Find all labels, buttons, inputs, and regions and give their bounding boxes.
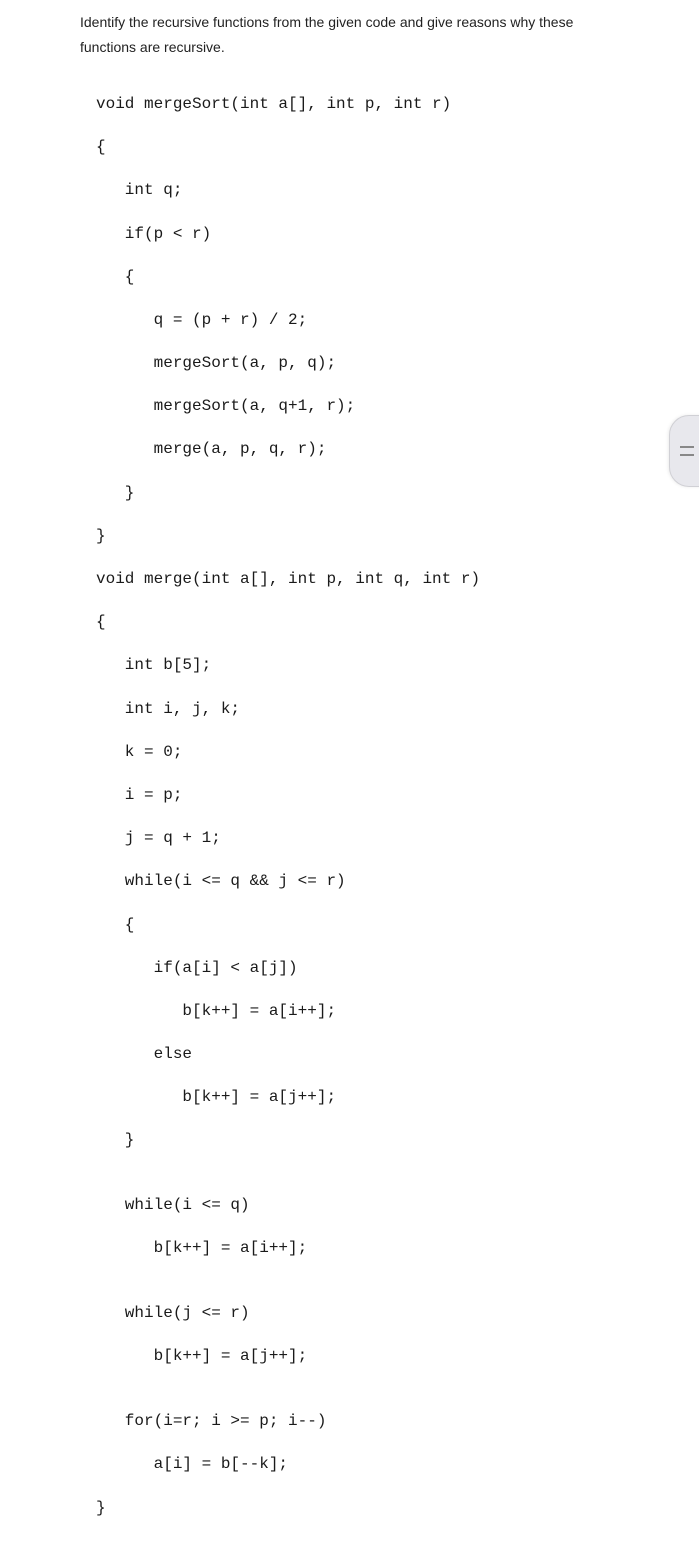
code-line: b[k++] = a[i++]; <box>96 1001 679 1023</box>
code-line: else <box>96 1044 679 1066</box>
question-line-2: functions are recursive. <box>80 39 225 55</box>
code-line: { <box>96 612 679 634</box>
code-line: while(i <= q && j <= r) <box>96 871 679 893</box>
code-line: k = 0; <box>96 742 679 764</box>
code-line: int q; <box>96 180 679 202</box>
code-line: for(i=r; i >= p; i--) <box>96 1411 679 1433</box>
code-line: while(i <= q) <box>96 1195 679 1217</box>
code-line: { <box>96 915 679 937</box>
code-line: { <box>96 267 679 289</box>
code-line: } <box>96 1498 679 1520</box>
code-line: b[k++] = a[j++]; <box>96 1087 679 1109</box>
code-line: if(p < r) <box>96 224 679 246</box>
code-line: b[k++] = a[i++]; <box>96 1238 679 1260</box>
code-line: q = (p + r) / 2; <box>96 310 679 332</box>
code-line: } <box>96 1130 679 1152</box>
page-content: Identify the recursive functions from th… <box>0 0 699 1562</box>
question-line-1: Identify the recursive functions from th… <box>80 14 573 30</box>
code-line: b[k++] = a[j++]; <box>96 1346 679 1368</box>
code-line: void mergeSort(int a[], int p, int r) <box>96 94 679 116</box>
code-line: { <box>96 137 679 159</box>
code-line: mergeSort(a, p, q); <box>96 353 679 375</box>
code-line: while(j <= r) <box>96 1303 679 1325</box>
code-line: if(a[i] < a[j]) <box>96 958 679 980</box>
code-line: } <box>96 483 679 505</box>
code-line: mergeSort(a, q+1, r); <box>96 396 679 418</box>
code-line: int b[5]; <box>96 655 679 677</box>
code-line: int i, j, k; <box>96 699 679 721</box>
code-line: } <box>96 526 679 548</box>
code-block: void mergeSort(int a[], int p, int r) { … <box>80 72 679 1562</box>
question-text: Identify the recursive functions from th… <box>80 10 679 60</box>
code-line: merge(a, p, q, r); <box>96 439 679 461</box>
side-tab-handle[interactable] <box>669 415 699 487</box>
code-line: a[i] = b[--k]; <box>96 1454 679 1476</box>
code-line: j = q + 1; <box>96 828 679 850</box>
code-line: i = p; <box>96 785 679 807</box>
code-line: void merge(int a[], int p, int q, int r) <box>96 569 679 591</box>
